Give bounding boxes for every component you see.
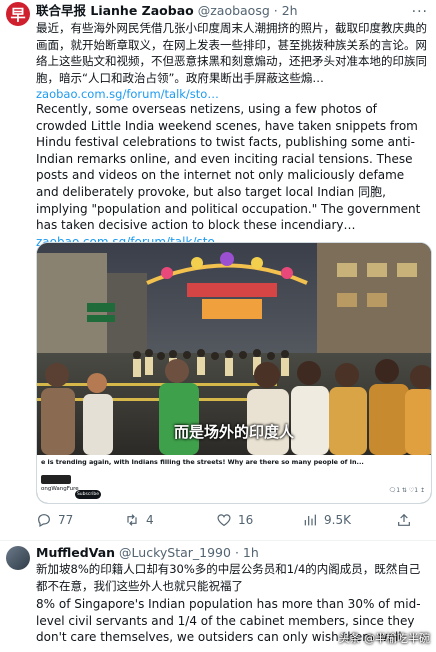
tweet-body-en: Recently, some overseas netizens, using … — [36, 102, 421, 233]
embedded-account-name: ongWangFure — [41, 486, 79, 492]
avatar-logo-text: 早 — [10, 5, 26, 24]
tweet-action-bar: 77 4 16 9.5K — [36, 512, 430, 534]
tweet-text-en: Recently, some overseas netizens, using … — [36, 101, 430, 250]
views-button[interactable]: 9.5K — [302, 512, 351, 528]
retweet-button[interactable]: 4 — [124, 512, 154, 528]
post-time[interactable]: · 1h — [235, 545, 259, 560]
tweet-body-zh: 最近，有些海外网民凭借几张小印度周末人潮拥挤的照片，截取印度教庆典的画面，就开始… — [36, 21, 427, 85]
like-button[interactable]: 16 — [216, 512, 253, 528]
tweet-divider — [0, 540, 436, 541]
retweet-icon — [127, 514, 137, 526]
post-time[interactable]: · 2h — [274, 3, 298, 18]
reply-icon — [38, 514, 50, 528]
avatar[interactable]: 早 — [6, 2, 30, 26]
tweet-lianhe-zaobao[interactable]: 早 联合早报 Lianhe Zaobao @zaobaosg · 2h ··· … — [0, 0, 436, 538]
subscribe-button: Subscribe — [75, 490, 101, 499]
retweet-count: 4 — [146, 513, 154, 527]
tweet-media-image[interactable]: 而是场外的印度人 e is trending again, with India… — [36, 242, 432, 504]
share-button[interactable] — [396, 512, 412, 528]
author-name[interactable]: MuffledVan — [36, 545, 115, 560]
heart-icon — [217, 514, 231, 527]
embedded-post-title: e is trending again, with Indians fillin… — [41, 458, 364, 466]
channel-logo — [41, 475, 71, 484]
reply-button[interactable]: 77 — [36, 512, 73, 528]
share-icon — [398, 513, 410, 526]
tweet-header: MuffledVan @LuckyStar_1990 · 1h — [36, 545, 259, 561]
tweet-header: 联合早报 Lianhe Zaobao @zaobaosg · 2h — [36, 3, 298, 19]
embedded-post-footer: e is trending again, with Indians fillin… — [37, 455, 431, 503]
tweet-link-zh[interactable]: zaobao.com.sg/forum/talk/sto… — [36, 87, 219, 101]
author-handle[interactable]: @zaobaosg — [198, 3, 270, 18]
embedded-post-stats: 🗨1 ⇅ ♡1 ↥ — [388, 487, 425, 494]
more-options-icon[interactable]: ··· — [412, 4, 428, 20]
author-name[interactable]: 联合早报 Lianhe Zaobao — [36, 3, 194, 18]
bar-chart-icon — [304, 514, 316, 526]
view-count: 9.5K — [324, 513, 351, 527]
author-handle[interactable]: @LuckyStar_1990 — [119, 545, 231, 560]
tweet-body-zh: 新加坡8%的印籍人口却有30%多的中层公务员和1/4的内阁成员，既然自己都不在意… — [36, 562, 421, 593]
tweet-text-zh: 最近，有些海外网民凭借几张小印度周末人潮拥挤的照片，截取印度教庆典的画面，就开始… — [36, 20, 430, 103]
reply-count: 77 — [58, 513, 74, 527]
video-subtitle: 而是场外的印度人 — [173, 423, 294, 441]
like-count: 16 — [238, 513, 254, 527]
avatar[interactable] — [6, 546, 30, 570]
watermark-text: 头条 @半榆吃半碗 — [338, 632, 431, 645]
